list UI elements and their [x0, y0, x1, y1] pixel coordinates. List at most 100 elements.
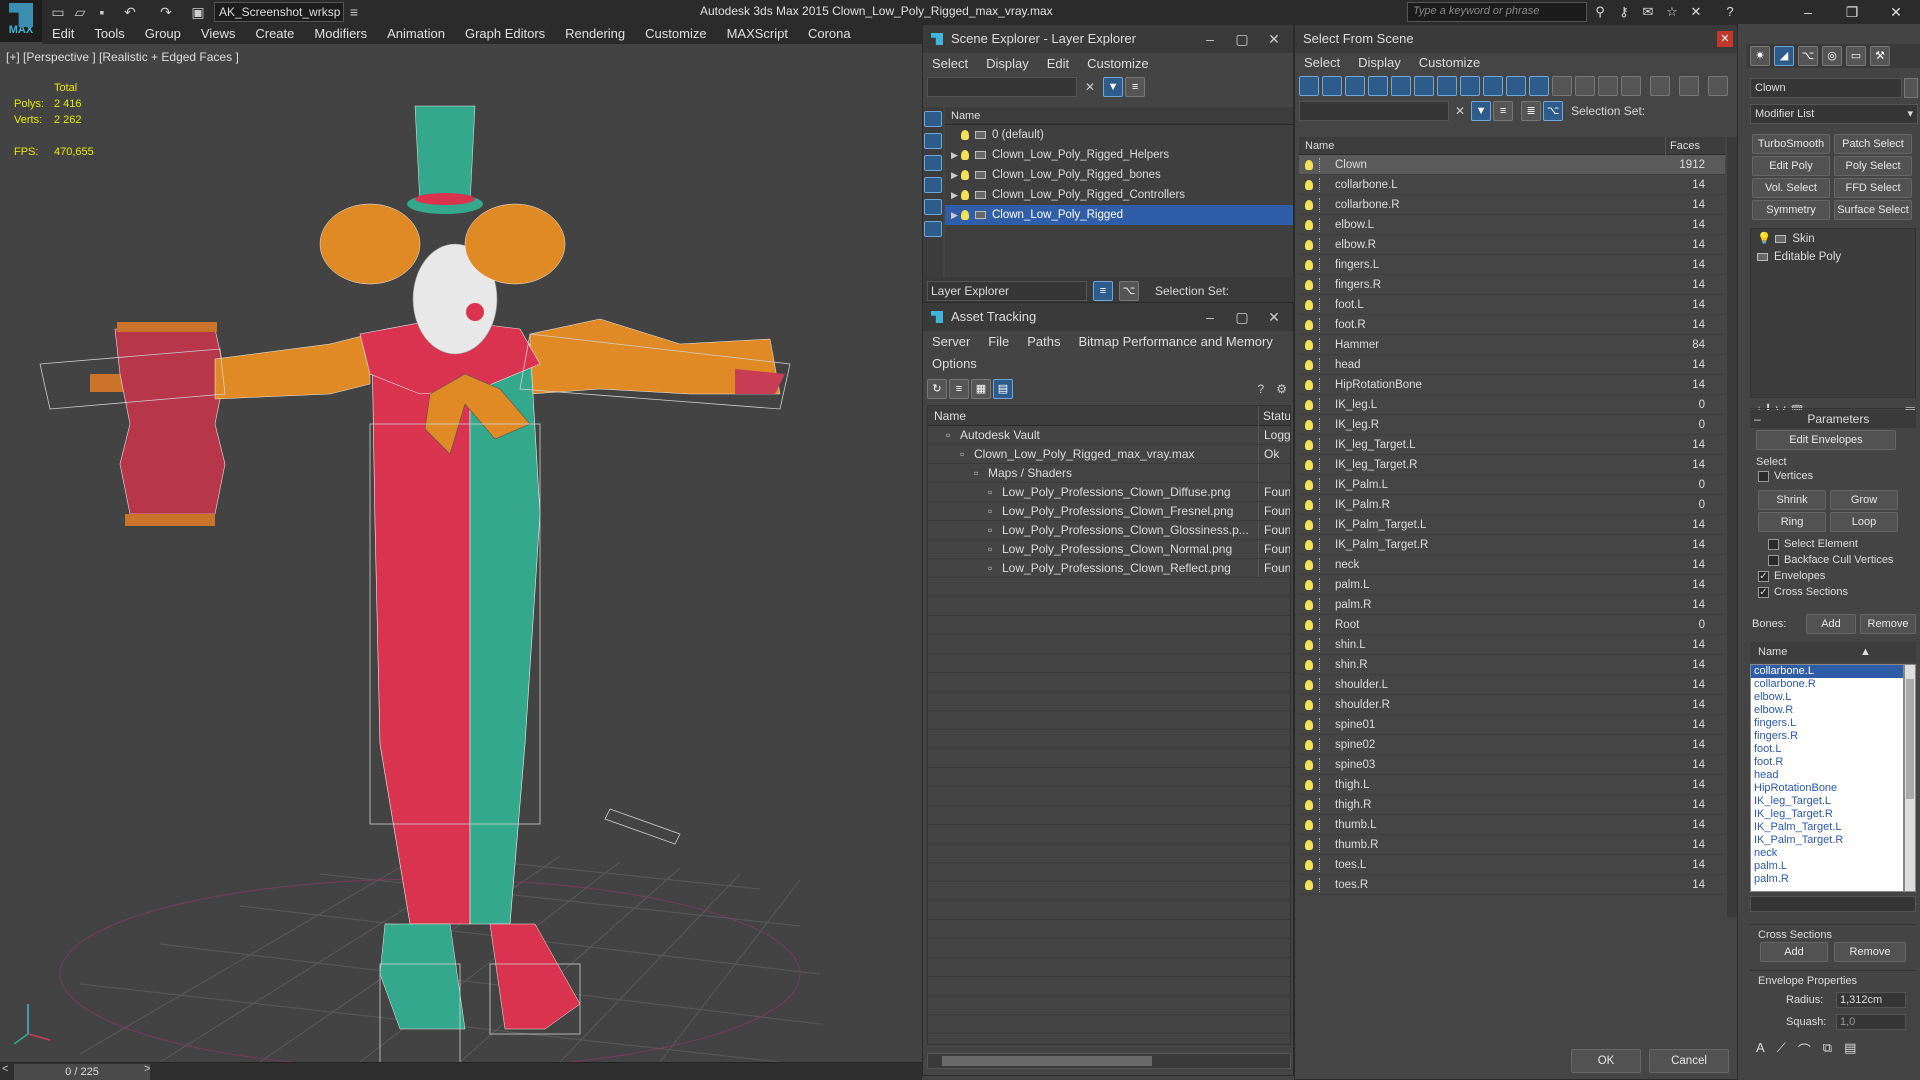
freeze-icon[interactable]	[1319, 838, 1325, 852]
freeze-icon[interactable]	[1319, 638, 1325, 652]
maximize-icon[interactable]: ▢	[1227, 25, 1257, 53]
minimize-icon[interactable]: –	[1786, 0, 1830, 24]
display-none-icon[interactable]	[924, 111, 942, 127]
scene-object-row[interactable]: collarbone.R 14	[1299, 195, 1725, 215]
bone-list-item[interactable]: collarbone.R	[1751, 678, 1903, 691]
freeze-icon[interactable]	[1319, 238, 1325, 252]
close-icon[interactable]: ✕	[1717, 31, 1733, 47]
menu-modifiers[interactable]: Modifiers	[304, 24, 377, 44]
refresh-icon[interactable]: ↻	[927, 379, 947, 399]
bone-list-item[interactable]: IK_Palm_Target.R	[1751, 834, 1903, 847]
help-icon[interactable]: ?	[1720, 2, 1740, 22]
light-bulb-icon[interactable]	[1305, 460, 1313, 470]
scene-object-row[interactable]: spine01 14	[1299, 715, 1725, 735]
freeze-icon[interactable]	[1319, 458, 1325, 472]
freeze-icon[interactable]	[1319, 278, 1325, 292]
bone-list-item[interactable]: collarbone.L	[1751, 665, 1903, 678]
light-bulb-icon[interactable]	[1305, 840, 1313, 850]
display-shapes-icon[interactable]	[1322, 76, 1342, 96]
display-groups-icon[interactable]	[1437, 76, 1457, 96]
bone-list-item[interactable]: elbow.L	[1751, 691, 1903, 704]
asset-status-header[interactable]: Status	[1258, 406, 1290, 426]
scene-object-row[interactable]: thigh.L 14	[1299, 775, 1725, 795]
thumbnail-view-icon[interactable]: ▦	[971, 379, 991, 399]
layer-row[interactable]: ▶ Clown_Low_Poly_Rigged	[945, 205, 1293, 225]
grow-button[interactable]: Grow	[1830, 490, 1898, 510]
asset-row[interactable]: ▫ Low_Poly_Professions_Clown_Glossiness.p…	[928, 521, 1290, 540]
select-from-scene-filter-input[interactable]	[1299, 101, 1449, 121]
filter-icon[interactable]: ▼	[1471, 101, 1492, 121]
light-bulb-icon[interactable]	[1305, 300, 1313, 310]
freeze-icon[interactable]	[1319, 718, 1325, 732]
scene-object-row[interactable]: IK_leg_Target.R 14	[1299, 455, 1725, 475]
light-bulb-icon[interactable]	[1305, 200, 1313, 210]
display-none-icon[interactable]	[1598, 76, 1618, 96]
scene-explorer-titlebar[interactable]: Scene Explorer - Layer Explorer – ▢ ✕	[923, 25, 1293, 53]
display-lights-icon[interactable]	[1345, 76, 1365, 96]
freeze-icon[interactable]	[1319, 178, 1325, 192]
sort-icon[interactable]	[1650, 76, 1670, 96]
rigid-handles-icon[interactable]: ⌒	[1798, 1040, 1811, 1059]
scene-object-row[interactable]: IK_Palm.R 0	[1299, 495, 1725, 515]
asset-row[interactable]: ▫ Low_Poly_Professions_Clown_Normal.png Fo…	[928, 540, 1290, 559]
freeze-icon[interactable]	[1319, 858, 1325, 872]
modifier-list-dropdown[interactable]: Modifier List ▾	[1750, 104, 1918, 124]
display-spacewarps-icon[interactable]	[1414, 76, 1434, 96]
light-bulb-icon[interactable]	[1305, 340, 1313, 350]
layers-icon[interactable]: ≣	[1521, 101, 1542, 121]
minimize-icon[interactable]: –	[1195, 303, 1225, 331]
close-icon[interactable]: ✕	[1259, 25, 1289, 53]
freeze-icon[interactable]	[1319, 598, 1325, 612]
binoculars-icon[interactable]: ⚲	[1590, 2, 1610, 22]
edit-envelopes-button[interactable]: Edit Envelopes	[1756, 430, 1896, 450]
paste-envelope-icon[interactable]: ▤	[1844, 1040, 1856, 1059]
light-bulb-icon[interactable]	[1305, 500, 1313, 510]
bone-list-item[interactable]: IK_leg_Target.R	[1751, 808, 1903, 821]
asset-row[interactable]: ▫ Low_Poly_Professions_Clown_Reflect.png F…	[928, 559, 1290, 578]
scene-object-row[interactable]: IK_leg.R 0	[1299, 415, 1725, 435]
display-bones-icon[interactable]	[1483, 76, 1503, 96]
restore-icon[interactable]: ❐	[1830, 0, 1874, 24]
light-bulb-icon[interactable]	[1305, 440, 1313, 450]
freeze-icon[interactable]	[1319, 678, 1325, 692]
display-tab-icon[interactable]: ▭	[1846, 46, 1866, 66]
new-file-icon[interactable]: ▭	[48, 2, 68, 22]
maximize-icon[interactable]: ▢	[1227, 303, 1257, 331]
light-bulb-icon[interactable]	[1305, 540, 1313, 550]
favorites-icon[interactable]: ☆	[1662, 2, 1682, 22]
sfs-faces-header[interactable]: Faces	[1665, 137, 1700, 155]
scene-object-row[interactable]: foot.L 14	[1299, 295, 1725, 315]
clear-filter-icon[interactable]: ✕	[1085, 80, 1095, 94]
layer-explorer-icon[interactable]: ≡	[1093, 281, 1113, 301]
asset-row[interactable]: ▫ Clown_Low_Poly_Rigged_max_vray.max Ok	[928, 445, 1290, 464]
motion-tab-icon[interactable]: ◎	[1822, 46, 1842, 66]
scene-object-row[interactable]: elbow.R 14	[1299, 235, 1725, 255]
light-bulb-icon[interactable]	[1305, 160, 1313, 170]
light-bulb-icon[interactable]	[1305, 180, 1313, 190]
vol-select-button[interactable]: Vol. Select	[1752, 178, 1830, 198]
layer-row[interactable]: ▶ Clown_Low_Poly_Rigged_Helpers	[945, 145, 1293, 165]
sfs-name-header[interactable]: Name	[1305, 140, 1334, 152]
light-bulb-icon[interactable]	[1305, 280, 1313, 290]
app-logo[interactable]: MAX	[0, 0, 42, 42]
bone-list-item[interactable]: palm.R	[1751, 873, 1903, 886]
scene-explorer-filter-input[interactable]	[927, 77, 1077, 97]
save-file-icon[interactable]: ▪	[92, 2, 112, 22]
menu-select[interactable]: Select	[1295, 55, 1349, 70]
bone-list-item[interactable]: HipRotationBone	[1751, 782, 1903, 795]
vertices-checkbox[interactable]: Vertices	[1758, 470, 1920, 482]
object-color-swatch[interactable]	[1904, 78, 1918, 98]
scene-object-row[interactable]: shin.R 14	[1299, 655, 1725, 675]
menu-bitmap-performance-and-memory[interactable]: Bitmap Performance and Memory	[1070, 334, 1282, 349]
cross-sections-checkbox[interactable]: ✓ Cross Sections	[1758, 586, 1920, 598]
freeze-icon[interactable]	[1319, 438, 1325, 452]
edit-poly-button[interactable]: Edit Poly	[1752, 156, 1830, 176]
scene-object-row[interactable]: thigh.R 14	[1299, 795, 1725, 815]
light-bulb-icon[interactable]	[1305, 320, 1313, 330]
light-bulb-icon[interactable]	[1305, 760, 1313, 770]
freeze-icon[interactable]	[1319, 518, 1325, 532]
freeze-icon[interactable]	[1319, 418, 1325, 432]
menu-group[interactable]: Group	[135, 24, 191, 44]
asset-row[interactable]: ▫ Maps / Shaders	[928, 464, 1290, 483]
scene-object-row[interactable]: IK_Palm.L 0	[1299, 475, 1725, 495]
